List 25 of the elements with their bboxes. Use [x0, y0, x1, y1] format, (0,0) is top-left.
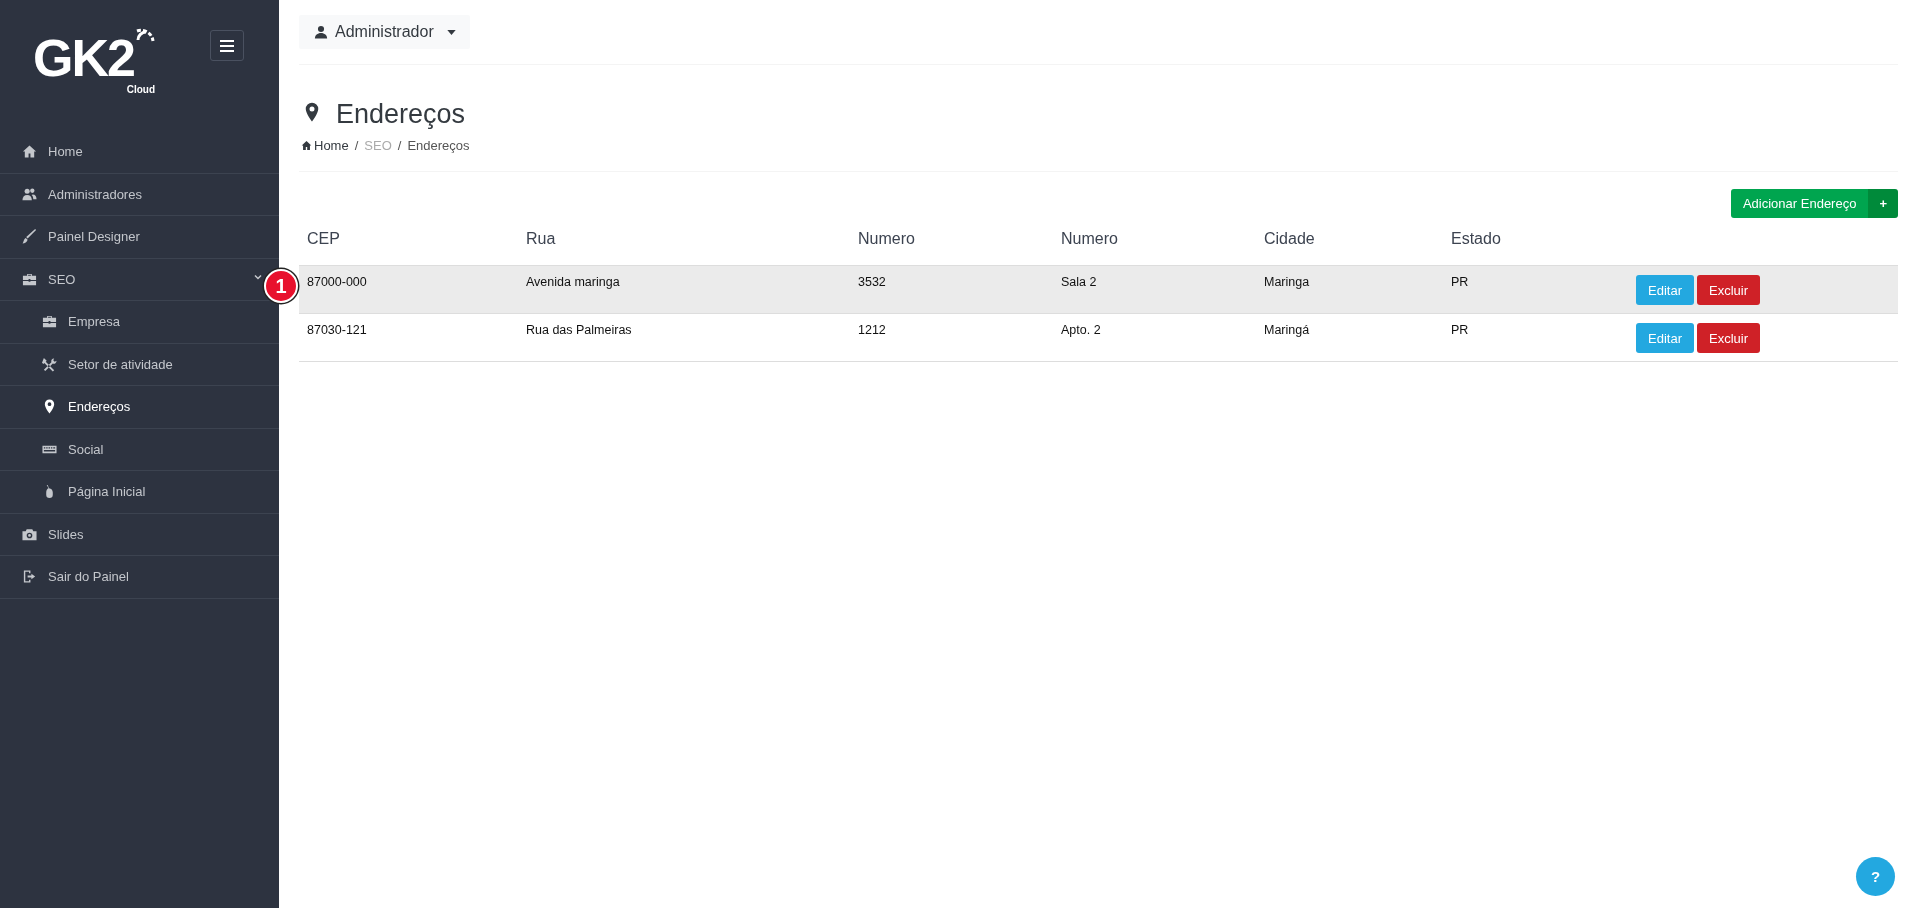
table-cell: 1212: [858, 323, 886, 337]
breadcrumb-separator: /: [397, 138, 402, 153]
column-header: Numero: [1053, 220, 1256, 266]
tour-step-tooltip: 1: [264, 269, 298, 303]
table-cell: Apto. 2: [1061, 323, 1101, 337]
table-cell: PR: [1451, 323, 1469, 337]
column-header: Estado: [1443, 220, 1628, 266]
table-cell: Avenida maringa: [526, 275, 620, 289]
logo: GK2 Cloud: [33, 28, 155, 97]
table-cell: 3532: [858, 275, 886, 289]
table-cell: 87000-000: [307, 275, 367, 289]
column-header: CEP: [299, 220, 518, 266]
table-cell: Rua das Palmeiras: [526, 323, 632, 337]
column-header: Numero: [850, 220, 1053, 266]
table-cell: Maringá: [1264, 323, 1310, 337]
breadcrumb-item: SEO: [364, 138, 392, 153]
table-cell: 87030-121: [307, 323, 367, 337]
column-header: Rua: [518, 220, 850, 266]
breadcrumb-separator: /: [354, 138, 359, 153]
column-header: Cidade: [1256, 220, 1443, 266]
breadcrumb-item: Endereços: [407, 138, 470, 153]
page-title: Endereços: [336, 99, 466, 130]
table-cell: Sala 2: [1061, 275, 1097, 289]
table-cell: PR: [1451, 275, 1469, 289]
table-cell: Maringa: [1264, 275, 1310, 289]
